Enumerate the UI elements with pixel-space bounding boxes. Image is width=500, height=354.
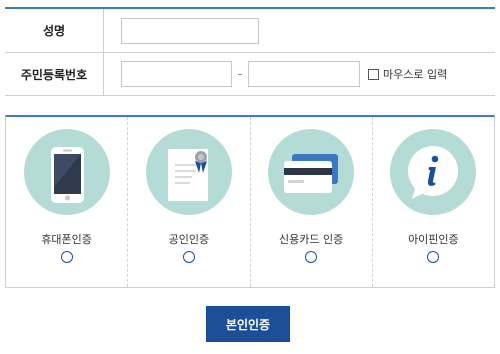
rrn-row: 주민등록번호 - 마우스로 입력 [5,52,495,95]
auth-method-ipin[interactable]: 아이핀인증 [371,117,494,287]
mouse-input-toggle[interactable]: 마우스로 입력 [368,66,447,82]
auth-method-label: 공인인증 [168,233,210,246]
rrn-front-input[interactable] [121,61,232,87]
info-bubble-icon [390,129,477,215]
rrn-back-input[interactable] [248,61,360,87]
auth-method-label: 휴대폰인증 [41,233,92,246]
auth-method-credit-card[interactable]: 신용카드 인증 [249,117,372,287]
credit-card-icon [268,129,355,215]
name-label: 성명 [5,9,104,52]
mobile-phone-icon [23,129,110,215]
name-row: 성명 [5,9,495,52]
name-input[interactable] [121,17,259,44]
auth-method-mobile[interactable]: 휴대폰인증 [6,117,127,287]
auth-method-list: 휴대폰인증 공인인증 신용카드 인증 아이핀인증 [5,115,495,288]
auth-method-label: 신용카드 인증 [279,233,344,246]
mouse-input-checkbox[interactable] [368,68,379,80]
auth-method-radio[interactable] [427,251,440,263]
auth-method-certificate[interactable]: 공인인증 [127,117,249,287]
mouse-input-label: 마우스로 입력 [383,68,448,81]
rrn-label: 주민등록번호 [5,53,104,95]
auth-method-label: 아이핀인증 [408,233,459,246]
auth-method-radio[interactable] [60,251,73,263]
auth-method-radio[interactable] [305,251,318,263]
rrn-separator: - [237,67,243,81]
certificate-icon [145,129,232,215]
auth-method-radio[interactable] [182,251,195,263]
verify-identity-button[interactable]: 본인인증 [206,306,290,342]
identity-form: 성명 주민등록번호 - 마우스로 입력 [5,7,495,96]
